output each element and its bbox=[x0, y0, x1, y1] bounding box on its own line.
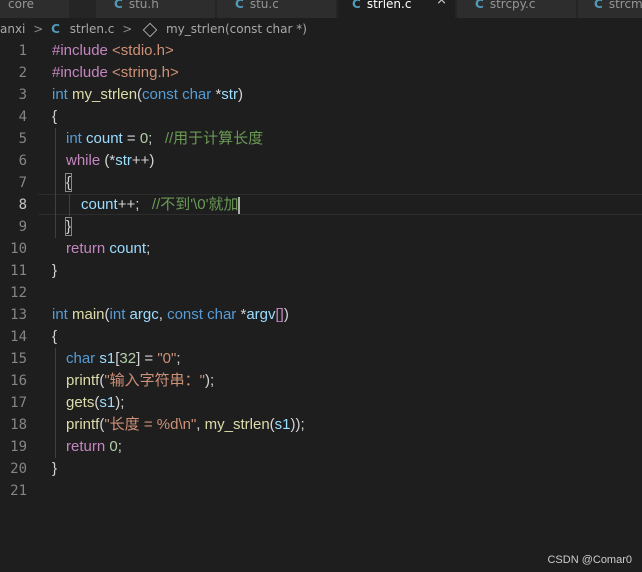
tab-strlen-c[interactable]: Cstrlen.c × bbox=[338, 0, 456, 18]
code-line[interactable]: 3 int my_strlen(const char *str) bbox=[0, 84, 642, 106]
line-number: 7 bbox=[18, 175, 27, 191]
line-number: 2 bbox=[18, 65, 27, 81]
code-text: int main(int argc, const char *argv[]) bbox=[52, 306, 289, 323]
c-file-icon: C bbox=[594, 0, 603, 11]
line-number: 11 bbox=[10, 263, 27, 279]
tab-label: strlen.c bbox=[366, 0, 412, 11]
code-text: } bbox=[52, 460, 58, 477]
code-text: gets(s1); bbox=[66, 394, 125, 411]
code-line[interactable]: 11 } bbox=[0, 260, 642, 282]
code-text: { bbox=[64, 172, 73, 194]
line-number: 8 bbox=[18, 197, 27, 213]
code-text: return count; bbox=[66, 240, 151, 257]
line-number: 21 bbox=[10, 483, 27, 499]
code-text: { bbox=[52, 108, 58, 125]
code-line[interactable]: 1 #include <stdio.h> bbox=[0, 40, 642, 62]
code-line[interactable]: 13 int main(int argc, const char *argv[]… bbox=[0, 304, 642, 326]
code-text: printf("长度 = %d\n", my_strlen(s1)); bbox=[66, 416, 305, 433]
code-text: while (*str++) bbox=[66, 152, 155, 169]
line-number: 16 bbox=[10, 373, 27, 389]
breadcrumb-symbol[interactable]: my_strlen(const char *) bbox=[166, 18, 307, 40]
text-cursor bbox=[238, 196, 241, 214]
code-text: } bbox=[64, 216, 73, 238]
bracket-match: { bbox=[64, 173, 73, 192]
line-number: 17 bbox=[10, 395, 27, 411]
code-line[interactable]: 16 printf("输入字符串："); bbox=[0, 370, 642, 392]
code-line[interactable]: 10 return count; bbox=[0, 238, 642, 260]
tab-label: core bbox=[8, 0, 34, 11]
breadcrumb: anxi > C strlen.c > my_strlen(const char… bbox=[0, 18, 642, 40]
code-line[interactable]: 7 { bbox=[0, 172, 642, 194]
code-line[interactable]: 19 return 0; bbox=[0, 436, 642, 458]
line-number: 6 bbox=[18, 153, 27, 169]
code-text: int count = 0; //用于计算长度 bbox=[66, 130, 264, 147]
code-line-active[interactable]: 8 count++; //不到'\0'就加 bbox=[0, 194, 642, 216]
code-text: return 0; bbox=[66, 438, 122, 455]
tab-label: strcm bbox=[608, 0, 642, 11]
tab-label: stu.c bbox=[249, 0, 279, 11]
line-number: 3 bbox=[18, 87, 27, 103]
line-number: 9 bbox=[18, 219, 27, 235]
breadcrumb-file[interactable]: strlen.c bbox=[70, 18, 115, 40]
line-number: 10 bbox=[10, 241, 27, 257]
chevron-right-icon: > bbox=[33, 22, 44, 36]
code-editor[interactable]: 1 #include <stdio.h> 2 #include <string.… bbox=[0, 40, 642, 530]
editor-tab-bar: core Cstu.h Cstu.c Cstrlen.c × Cstrcpy.c… bbox=[0, 0, 642, 18]
tab-core[interactable]: core bbox=[0, 0, 70, 18]
line-number: 4 bbox=[18, 109, 27, 125]
code-line[interactable]: 20 } bbox=[0, 458, 642, 480]
code-line[interactable]: 12 bbox=[0, 282, 642, 304]
tab-strcm[interactable]: Cstrcm bbox=[578, 0, 642, 18]
breadcrumb-folder[interactable]: anxi bbox=[0, 18, 25, 40]
c-file-icon: C bbox=[475, 0, 484, 11]
code-line[interactable]: 9 } bbox=[0, 216, 642, 238]
tab-label: strcpy.c bbox=[489, 0, 536, 11]
line-number: 15 bbox=[10, 351, 27, 367]
bracket-match: } bbox=[64, 217, 73, 236]
tab-stu-h[interactable]: Cstu.h bbox=[96, 0, 216, 18]
code-line[interactable]: 14 { bbox=[0, 326, 642, 348]
code-text: } bbox=[52, 262, 58, 279]
tab-stu-c[interactable]: Cstu.c bbox=[217, 0, 337, 18]
code-line[interactable]: 4 { bbox=[0, 106, 642, 128]
code-text: char s1[32] = "0"; bbox=[66, 350, 181, 367]
line-number: 19 bbox=[10, 439, 27, 455]
tab-strcpy-c[interactable]: Cstrcpy.c bbox=[457, 0, 577, 18]
code-line[interactable]: 15 char s1[32] = "0"; bbox=[0, 348, 642, 370]
line-number: 20 bbox=[10, 461, 27, 477]
c-file-icon: C bbox=[51, 22, 60, 36]
code-text: int my_strlen(const char *str) bbox=[52, 86, 243, 103]
code-text: { bbox=[52, 328, 58, 345]
code-text: printf("输入字符串："); bbox=[66, 372, 215, 389]
code-line[interactable]: 17 gets(s1); bbox=[0, 392, 642, 414]
line-number: 5 bbox=[18, 131, 27, 147]
line-number: 18 bbox=[10, 417, 27, 433]
line-number: 13 bbox=[10, 307, 27, 323]
code-line[interactable]: 5 int count = 0; //用于计算长度 bbox=[0, 128, 642, 150]
c-file-icon: C bbox=[114, 0, 123, 11]
line-number: 1 bbox=[18, 43, 27, 59]
chevron-right-icon: > bbox=[122, 22, 133, 36]
code-text: #include <stdio.h> bbox=[52, 42, 174, 59]
line-number: 14 bbox=[10, 329, 27, 345]
code-text: count++; //不到'\0'就加 bbox=[81, 196, 241, 214]
code-line[interactable]: 18 printf("长度 = %d\n", my_strlen(s1)); bbox=[0, 414, 642, 436]
line-number: 12 bbox=[10, 285, 27, 301]
cube-icon bbox=[142, 22, 158, 37]
tab-label: stu.h bbox=[128, 0, 159, 11]
c-file-icon: C bbox=[235, 0, 244, 11]
code-line[interactable]: 2 #include <string.h> bbox=[0, 62, 642, 84]
code-line[interactable]: 21 bbox=[0, 480, 642, 502]
close-tab-icon[interactable]: × bbox=[436, 0, 447, 7]
watermark: CSDN @Comar0 bbox=[547, 554, 632, 566]
c-file-icon: C bbox=[352, 0, 361, 11]
code-line[interactable]: 6 while (*str++) bbox=[0, 150, 642, 172]
code-text: #include <string.h> bbox=[52, 64, 179, 81]
